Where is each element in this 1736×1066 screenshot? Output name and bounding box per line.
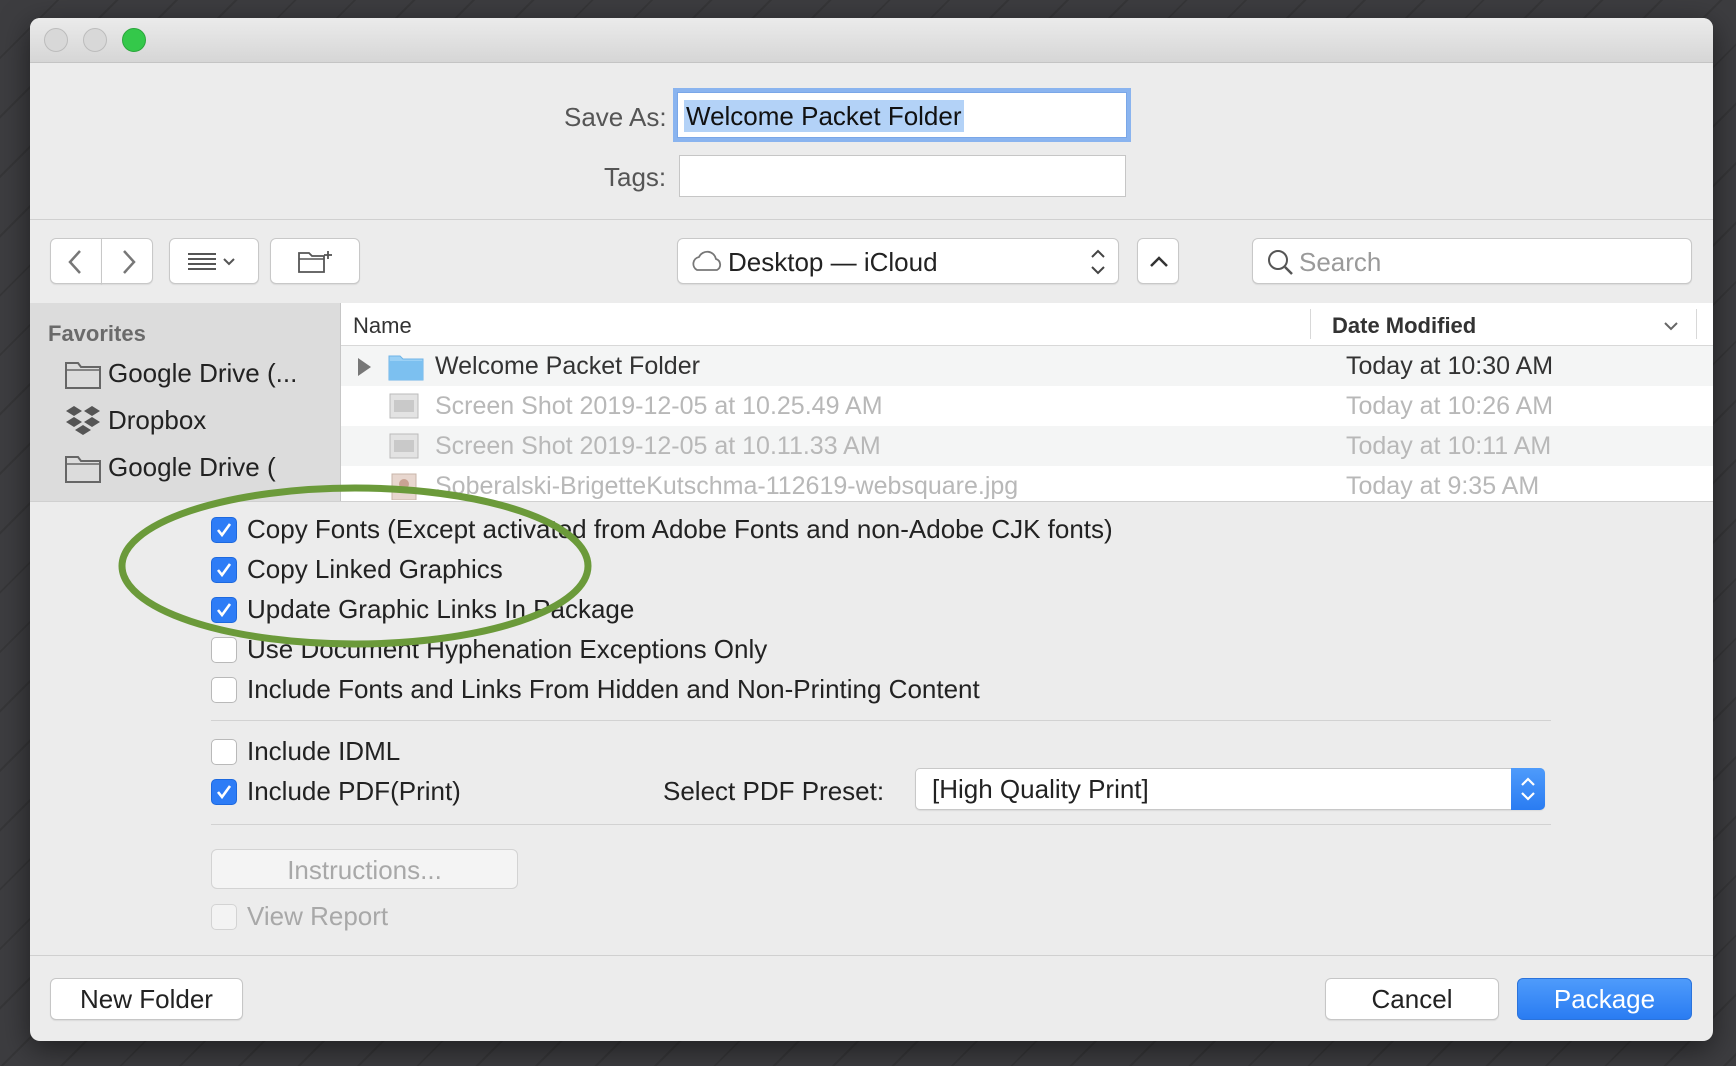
- sidebar-item-label: Google Drive (...: [108, 358, 298, 388]
- column-name-header[interactable]: Name: [353, 313, 412, 339]
- include-idml-label: Include IDML: [247, 736, 401, 766]
- copy-linked-graphics-label: Copy Linked Graphics: [247, 554, 503, 584]
- minimize-window-button[interactable]: [83, 28, 107, 52]
- location-popup[interactable]: Desktop — iCloud: [677, 238, 1119, 284]
- save-as-field[interactable]: Welcome Packet Folder: [677, 92, 1127, 138]
- checkmark-icon: [216, 523, 232, 538]
- cancel-button[interactable]: Cancel: [1325, 978, 1499, 1020]
- include-idml-checkbox[interactable]: [211, 739, 237, 765]
- enclosing-folder-button[interactable]: [1137, 238, 1179, 284]
- column-header: Name Date Modified Si: [341, 303, 1713, 346]
- instructions-button[interactable]: Instructions...: [211, 849, 518, 889]
- column-separator: [1310, 309, 1311, 339]
- back-button[interactable]: [50, 238, 102, 284]
- pdf-preset-label: Select PDF Preset:: [663, 776, 885, 806]
- list-view-icon: [188, 253, 235, 270]
- location-label: Desktop — iCloud: [728, 247, 938, 277]
- options-divider: [30, 501, 1713, 502]
- table-row[interactable]: Welcome Packet Folder Today at 10:30 AM: [341, 346, 1713, 386]
- update-graphic-links-checkbox[interactable]: [211, 597, 237, 623]
- title-bar: [30, 18, 1713, 63]
- file-date: Today at 10:26 AM: [1346, 392, 1554, 420]
- save-as-value: Welcome Packet Folder: [684, 100, 964, 132]
- package-button[interactable]: Package: [1517, 978, 1692, 1020]
- tags-label: Tags:: [604, 162, 667, 192]
- view-report-checkbox[interactable]: [211, 904, 237, 930]
- tags-field[interactable]: [679, 155, 1126, 197]
- view-options-button[interactable]: [169, 238, 259, 284]
- file-name: Soberalski-BrigetteKutschma-112619-websq…: [435, 472, 1019, 500]
- new-folder-toolbar-button[interactable]: [270, 238, 360, 284]
- forward-button[interactable]: [101, 238, 153, 284]
- view-report-label: View Report: [247, 901, 389, 931]
- hyphenation-exceptions-label: Use Document Hyphenation Exceptions Only: [247, 634, 768, 664]
- save-as-label: Save As:: [564, 102, 667, 132]
- favorites-header: Favorites: [48, 321, 146, 346]
- pdf-preset-value: [High Quality Print]: [932, 774, 1149, 804]
- file-list: Name Date Modified Si Welcome Packet Fol…: [341, 303, 1713, 501]
- chevron-up-icon: [1150, 256, 1168, 267]
- copy-fonts-label: Copy Fonts (Except activated from Adobe …: [247, 514, 1113, 544]
- folder-icon: [65, 362, 101, 389]
- sidebar-item-google-drive-2[interactable]: Google Drive (: [64, 448, 334, 488]
- chevron-up-down-icon: [1521, 777, 1535, 801]
- file-name: Screen Shot 2019-12-05 at 10.11.33 AM: [435, 432, 881, 460]
- column-separator: [1696, 309, 1697, 339]
- hidden-content-label: Include Fonts and Links From Hidden and …: [247, 674, 980, 704]
- chevron-right-icon: [123, 250, 136, 274]
- header-divider: [30, 219, 1713, 220]
- sidebar-item-label: Dropbox: [108, 405, 207, 435]
- checkmark-icon: [216, 563, 232, 578]
- dropbox-icon: [66, 406, 100, 435]
- copy-linked-graphics-checkbox[interactable]: [211, 557, 237, 583]
- select-stepper: [1511, 768, 1545, 810]
- checkmark-icon: [216, 603, 232, 618]
- image-file-icon: [389, 393, 419, 419]
- table-row[interactable]: Screen Shot 2019-12-05 at 10.25.49 AM To…: [341, 386, 1713, 426]
- chevron-left-icon: [68, 250, 81, 274]
- file-name: Welcome Packet Folder: [435, 352, 700, 380]
- sort-chevron-down-icon: [1664, 322, 1678, 331]
- image-file-icon: [389, 433, 419, 459]
- search-field[interactable]: Search: [1252, 238, 1692, 284]
- search-placeholder: Search: [1299, 247, 1382, 277]
- sidebar-item-dropbox[interactable]: Dropbox: [64, 401, 334, 441]
- copy-fonts-checkbox[interactable]: [211, 517, 237, 543]
- file-date: Today at 10:30 AM: [1346, 352, 1554, 380]
- file-date: Today at 10:11 AM: [1346, 432, 1552, 460]
- new-folder-icon: [298, 251, 332, 273]
- sidebar-item-google-drive-1[interactable]: Google Drive (...: [64, 354, 334, 394]
- folder-icon: [65, 456, 101, 483]
- include-pdf-checkbox[interactable]: [211, 779, 237, 805]
- column-date-header[interactable]: Date Modified: [1332, 313, 1476, 339]
- package-dialog: Save As: Welcome Packet Folder Tags: Des…: [30, 18, 1713, 1041]
- include-pdf-label: Include PDF(Print): [247, 776, 461, 806]
- hyphenation-exceptions-checkbox[interactable]: [211, 637, 237, 663]
- options-separator: [211, 720, 1551, 721]
- sidebar-item-label: Google Drive (: [108, 452, 276, 482]
- new-folder-button[interactable]: New Folder: [50, 978, 243, 1020]
- file-name: Screen Shot 2019-12-05 at 10.25.49 AM: [435, 392, 883, 420]
- instructions-button-label: Instructions...: [287, 855, 442, 885]
- image-file-icon: [391, 473, 417, 500]
- footer-divider: [30, 955, 1713, 956]
- disclosure-triangle-icon[interactable]: [354, 356, 376, 378]
- cloud-icon: [692, 250, 722, 271]
- pdf-preset-select[interactable]: [High Quality Print]: [915, 768, 1545, 810]
- checkmark-icon: [216, 785, 232, 800]
- file-date: Today at 9:35 AM: [1346, 472, 1540, 500]
- table-row[interactable]: Soberalski-BrigetteKutschma-112619-websq…: [341, 466, 1713, 501]
- update-graphic-links-label: Update Graphic Links In Package: [247, 594, 635, 624]
- sidebar: Favorites Google Drive (... Dropbox Goog…: [30, 303, 341, 501]
- zoom-window-button[interactable]: [122, 28, 146, 52]
- folder-icon: [388, 355, 424, 381]
- options-separator: [211, 824, 1551, 825]
- search-icon: [1268, 250, 1293, 275]
- close-window-button[interactable]: [44, 28, 68, 52]
- chevron-up-down-icon: [1091, 249, 1105, 275]
- table-row[interactable]: Screen Shot 2019-12-05 at 10.11.33 AM To…: [341, 426, 1713, 466]
- hidden-content-checkbox[interactable]: [211, 677, 237, 703]
